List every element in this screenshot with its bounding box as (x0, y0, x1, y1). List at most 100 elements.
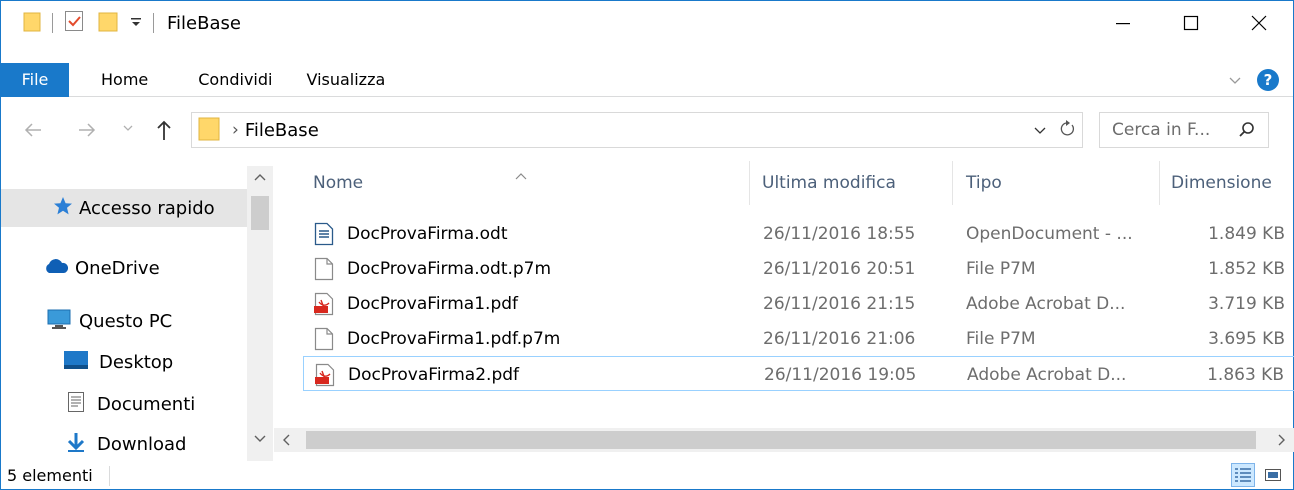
column-divider[interactable] (749, 161, 750, 205)
folder-icon (23, 10, 41, 37)
navigation-pane: Accesso rapido OneDrive Questo PC Deskto… (1, 166, 274, 461)
file-size: 1.852 KB (1208, 258, 1285, 279)
blank-file-icon (313, 327, 335, 351)
file-type: OpenDocument - ... (966, 223, 1133, 244)
address-bar[interactable]: › FileBase (191, 112, 1083, 148)
minimize-button[interactable] (1089, 1, 1157, 45)
forward-arrow-icon[interactable] (77, 121, 97, 139)
file-name: DocProvaFirma2.pdf (348, 364, 520, 385)
quick-access-toolbar: FileBase (1, 1, 241, 45)
table-row[interactable]: DocProvaFirma.odt 26/11/2016 18:55 OpenD… (303, 216, 1294, 251)
expand-ribbon-icon[interactable] (1229, 70, 1241, 90)
column-divider[interactable] (1159, 161, 1160, 205)
sidebar-item-label: Download (97, 433, 187, 455)
item-count: 5 elementi (7, 466, 93, 485)
desktop-icon (63, 350, 89, 375)
file-modified: 26/11/2016 18:55 (763, 223, 916, 244)
breadcrumb-separator[interactable]: › (232, 120, 239, 140)
computer-icon (47, 308, 71, 335)
scroll-down-icon[interactable] (247, 428, 273, 450)
sidebar-item-documents[interactable]: Documenti (1, 385, 247, 423)
tab-view[interactable]: Visualizza (292, 63, 405, 97)
window-title: FileBase (167, 12, 241, 34)
help-icon[interactable]: ? (1257, 69, 1279, 91)
column-header-size[interactable]: Dimensione (1171, 161, 1294, 205)
search-input[interactable]: Cerca in F... (1099, 112, 1269, 148)
large-icons-view-icon[interactable] (1261, 463, 1285, 487)
column-header-modified[interactable]: Ultima modifica (762, 161, 952, 205)
back-arrow-icon[interactable] (23, 121, 43, 139)
table-row[interactable]: DocProvaFirma2.pdf 26/11/2016 19:05 Adob… (303, 356, 1294, 391)
status-bar: 5 elementi (1, 461, 1293, 490)
table-row[interactable]: DocProvaFirma.odt.p7m 26/11/2016 20:51 F… (303, 251, 1294, 286)
pdf-icon (313, 292, 335, 316)
explorer-window: FileBase File Home Condividi Visualizza … (0, 0, 1294, 490)
cloud-icon (43, 258, 69, 279)
folder-icon (198, 115, 220, 146)
tab-share[interactable]: Condividi (168, 63, 292, 97)
scroll-right-icon[interactable] (1270, 428, 1294, 452)
file-modified: 26/11/2016 21:15 (763, 293, 916, 314)
search-placeholder: Cerca in F... (1112, 120, 1211, 140)
tab-home[interactable]: Home (69, 63, 168, 97)
file-type: Adobe Acrobat D... (966, 293, 1126, 314)
file-name-cell: DocProvaFirma1.pdf (313, 286, 518, 321)
file-type: File P7M (966, 328, 1036, 349)
ribbon-tabs: File Home Condividi Visualizza ? (1, 62, 1293, 97)
sidebar-item-desktop[interactable]: Desktop (1, 343, 247, 381)
sidebar-item-label: Questo PC (79, 310, 173, 332)
file-name: DocProvaFirma.odt.p7m (347, 258, 552, 279)
document-icon (67, 391, 85, 418)
file-modified: 26/11/2016 19:05 (764, 364, 917, 385)
recent-locations-icon[interactable] (123, 125, 133, 133)
download-icon (65, 431, 87, 458)
search-icon[interactable] (1238, 121, 1256, 144)
sidebar-item-label: Accesso rapido (79, 197, 215, 219)
customize-toolbar-icon[interactable] (130, 13, 142, 33)
column-header-name[interactable]: Nome (313, 161, 743, 205)
file-name: DocProvaFirma1.pdf (347, 293, 519, 314)
file-name: DocProvaFirma1.pdf.p7m (347, 328, 561, 349)
file-name: DocProvaFirma.odt (347, 223, 508, 244)
table-row[interactable]: DocProvaFirma1.pdf.p7m 26/11/2016 21:06 … (303, 321, 1294, 356)
file-list-scrollbar[interactable] (274, 428, 1294, 452)
navigation-pane-scrollbar[interactable] (247, 166, 273, 461)
star-icon (53, 196, 73, 221)
file-type: File P7M (966, 258, 1036, 279)
sidebar-item-download[interactable]: Download (1, 425, 247, 461)
title-bar: FileBase (1, 1, 1293, 45)
file-type: Adobe Acrobat D... (967, 364, 1127, 385)
sidebar-item-label: OneDrive (75, 257, 160, 279)
sidebar-item-this-pc[interactable]: Questo PC (1, 302, 247, 340)
pdf-icon (314, 363, 336, 387)
file-size: 3.719 KB (1208, 293, 1285, 314)
column-divider[interactable] (952, 161, 953, 205)
navigation-bar: › FileBase Cerca in F... (1, 108, 1293, 154)
breadcrumb[interactable]: FileBase (245, 120, 319, 141)
file-size: 1.863 KB (1207, 364, 1284, 385)
separator (153, 13, 154, 33)
scrollbar-thumb[interactable] (251, 196, 269, 230)
close-button[interactable] (1225, 1, 1293, 45)
separator (108, 465, 110, 486)
sidebar-item-onedrive[interactable]: OneDrive (1, 249, 247, 287)
column-header-type[interactable]: Tipo (966, 161, 1156, 205)
address-dropdown-icon[interactable] (1034, 120, 1046, 140)
up-arrow-icon[interactable] (155, 119, 173, 141)
scroll-left-icon[interactable] (274, 428, 298, 452)
maximize-button[interactable] (1157, 1, 1225, 45)
new-folder-icon[interactable] (98, 10, 118, 37)
scroll-up-icon[interactable] (247, 166, 273, 188)
details-view-icon[interactable] (1231, 463, 1255, 487)
refresh-icon[interactable] (1060, 119, 1076, 142)
file-size: 3.695 KB (1208, 328, 1285, 349)
file-name-cell: DocProvaFirma2.pdf (314, 357, 519, 392)
sidebar-item-quick-access[interactable]: Accesso rapido (1, 189, 247, 227)
file-modified: 26/11/2016 20:51 (763, 258, 916, 279)
file-modified: 26/11/2016 21:06 (763, 328, 916, 349)
scrollbar-thumb[interactable] (306, 431, 1256, 449)
table-row[interactable]: DocProvaFirma1.pdf 26/11/2016 21:15 Adob… (303, 286, 1294, 321)
properties-icon[interactable] (64, 10, 84, 37)
file-name-cell: DocProvaFirma.odt.p7m (313, 251, 551, 286)
tab-file[interactable]: File (1, 62, 69, 97)
